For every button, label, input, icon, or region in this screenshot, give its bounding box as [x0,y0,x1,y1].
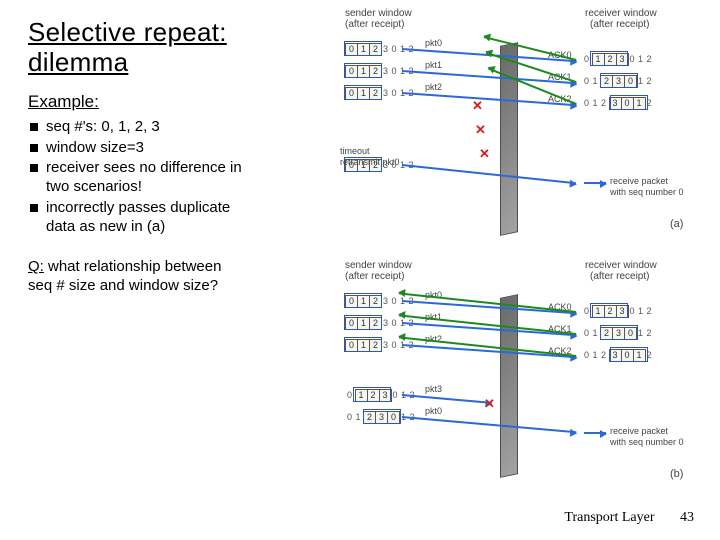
pkt-label: pkt0 [425,38,442,48]
x-icon: ✕ [484,396,495,412]
pkt-label: pkt3 [425,384,442,394]
seq-cell: 1 [633,97,646,110]
arrow-icon [402,394,492,404]
bullet-list: seq #'s: 0, 1, 2, 3 window size=3 receiv… [28,118,258,237]
seq-cell: 3 [616,305,629,318]
seq-prefix: 0 [584,306,590,316]
receive-label: receive packet [610,176,668,186]
sequence-row: 0 1 23012 [582,96,652,110]
arrow-icon [402,164,576,184]
sr-dilemma-diagram: sender window (after receipt) receiver w… [270,8,710,488]
seq-cell: 2 [369,65,382,78]
seq-cell: 2 [369,295,382,308]
seq-prefix: 0 1 [347,412,361,422]
seq-cell: 0 [624,327,637,340]
receive-label: receive packet [610,426,668,436]
seq-suffix: 2 [647,350,653,360]
sequence-row: 0 12301 2 [582,74,652,88]
arrow-icon [584,432,606,434]
seq-cell: 1 [633,349,646,362]
timeout-label: timeout [340,146,370,156]
retransmit-label: retransmit pkt0 [340,157,400,167]
seq-prefix: 0 1 [584,76,598,86]
seq-suffix: 1 2 [638,76,652,86]
sequence-row: 01230 1 2 [582,304,652,318]
bullet-item: seq #'s: 0, 1, 2, 3 [28,118,258,137]
x-icon: ✕ [475,122,486,138]
pkt-label: pkt1 [425,60,442,70]
seq-prefix: 0 1 [584,328,598,338]
x-icon: ✕ [479,146,490,162]
seq-suffix: 0 1 2 [630,306,653,316]
after-receipt-label: (after receipt) [590,19,649,30]
pkt-label: pkt0 [425,406,442,416]
after-receipt-label: (after receipt) [590,271,649,282]
receive-label: with seq number 0 [610,187,684,197]
seq-cell: 0 [624,75,637,88]
seq-prefix: 0 [347,390,353,400]
question: Q: what relationship between seq # size … [28,258,228,296]
bullet-item: window size=3 [28,139,258,158]
seq-cell: 2 [369,339,382,352]
receiver-window-label: receiver window [585,8,657,19]
footer-text: Transport Layer [564,510,654,525]
barrier-icon [500,294,518,478]
after-receipt-label: (after receipt) [345,19,404,30]
seq-cell: 3 [379,389,392,402]
arrow-icon [402,416,577,433]
seq-suffix: 1 2 [638,328,652,338]
bullet-item: receiver sees no difference in two scena… [28,159,258,197]
seq-cell: 3 [616,53,629,66]
seq-prefix: 0 1 2 [584,98,607,108]
page-number: 43 [680,510,694,525]
sender-window-label: sender window [345,260,412,271]
arrow-icon [584,182,606,184]
seq-prefix: 0 1 2 [584,350,607,360]
figure-label: (b) [670,468,683,480]
receive-label: with seq number 0 [610,437,684,447]
seq-suffix: 2 [647,98,653,108]
after-receipt-label: (after receipt) [345,271,404,282]
seq-cell: 2 [369,317,382,330]
barrier-icon [500,42,518,236]
sequence-row: 0 1 23012 [582,348,652,362]
figure-label: (a) [670,218,683,230]
question-label: Q: [28,258,44,275]
seq-prefix: 0 [584,54,590,64]
seq-cell: 2 [369,43,382,56]
seq-suffix: 0 1 2 [630,54,653,64]
question-text: what relationship between seq # size and… [28,258,221,294]
pkt-label: pkt2 [425,82,442,92]
seq-cell: 2 [369,87,382,100]
seq-cell: 0 [387,411,400,424]
sequence-row: 0 12301 2 [582,326,652,340]
bullet-item: incorrectly passes duplicate data as new… [28,199,258,237]
title-line2: dilemma [28,47,128,77]
x-icon: ✕ [472,98,483,114]
sender-window-label: sender window [345,8,412,19]
sequence-row: 01230 1 2 [582,52,652,66]
title-line1: Selective repeat: [28,17,227,47]
receiver-window-label: receiver window [585,260,657,271]
footer: Transport Layer 43 [564,510,694,526]
